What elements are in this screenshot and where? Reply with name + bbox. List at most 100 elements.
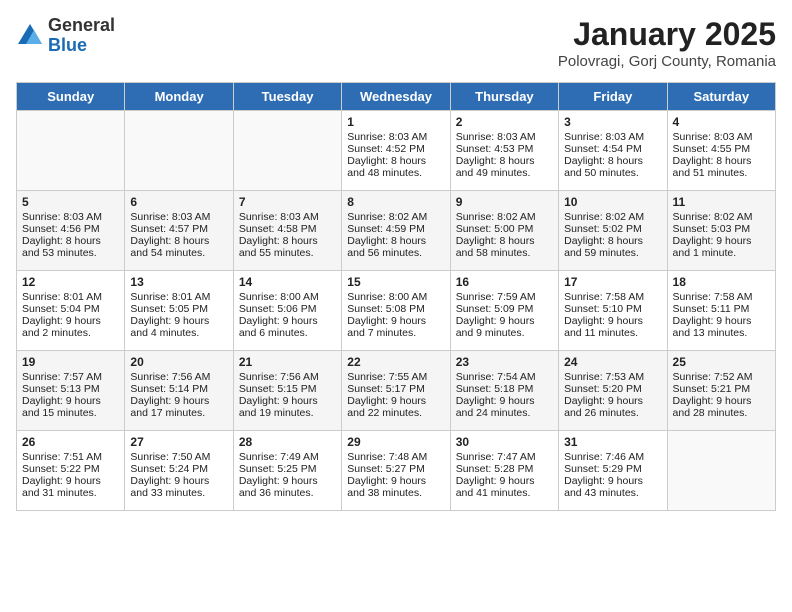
day-info-line: and 7 minutes. xyxy=(347,327,444,339)
day-header-saturday: Saturday xyxy=(667,83,775,111)
day-info-line: and 51 minutes. xyxy=(673,167,770,179)
calendar-cell: 11Sunrise: 8:02 AMSunset: 5:03 PMDayligh… xyxy=(667,191,775,271)
day-info-line: Sunset: 5:27 PM xyxy=(347,463,444,475)
day-number: 21 xyxy=(239,355,336,369)
calendar-cell: 3Sunrise: 8:03 AMSunset: 4:54 PMDaylight… xyxy=(559,111,667,191)
day-info-line: Daylight: 9 hours xyxy=(456,475,553,487)
calendar-cell: 25Sunrise: 7:52 AMSunset: 5:21 PMDayligh… xyxy=(667,351,775,431)
day-number: 28 xyxy=(239,435,336,449)
day-number: 30 xyxy=(456,435,553,449)
day-number: 25 xyxy=(673,355,770,369)
day-info-line: Sunrise: 8:02 AM xyxy=(673,211,770,223)
day-info-line: Sunrise: 7:48 AM xyxy=(347,451,444,463)
calendar-cell: 14Sunrise: 8:00 AMSunset: 5:06 PMDayligh… xyxy=(233,271,341,351)
day-info-line: Sunset: 5:11 PM xyxy=(673,303,770,315)
day-info-line: Sunset: 5:05 PM xyxy=(130,303,227,315)
logo-blue-text: Blue xyxy=(48,36,115,56)
day-info-line: Sunset: 5:24 PM xyxy=(130,463,227,475)
day-info-line: Sunset: 5:08 PM xyxy=(347,303,444,315)
day-info-line: and 11 minutes. xyxy=(564,327,661,339)
week-row-3: 12Sunrise: 8:01 AMSunset: 5:04 PMDayligh… xyxy=(17,271,776,351)
calendar-cell: 30 Sunrise: 7:47 AMSunset: 5:28 PMDayligh… xyxy=(450,431,558,511)
day-info-line: Sunset: 5:02 PM xyxy=(564,223,661,235)
day-info-line: Sunset: 4:53 PM xyxy=(456,143,553,155)
day-info-line: Sunrise: 7:58 AM xyxy=(564,291,661,303)
day-header-wednesday: Wednesday xyxy=(342,83,450,111)
day-info-line: Daylight: 9 hours xyxy=(673,315,770,327)
day-number: 3 xyxy=(564,115,661,129)
day-info-line: Daylight: 9 hours xyxy=(22,315,119,327)
calendar-cell: 8Sunrise: 8:02 AMSunset: 4:59 PMDaylight… xyxy=(342,191,450,271)
calendar-cell: 2 Sunrise: 8:03 AMSunset: 4:53 PMDaylight… xyxy=(450,111,558,191)
day-info-line: and 50 minutes. xyxy=(564,167,661,179)
day-number: 10 xyxy=(564,195,661,209)
calendar-cell: 6Sunrise: 8:03 AMSunset: 4:57 PMDaylight… xyxy=(125,191,233,271)
day-info-line: Daylight: 8 hours xyxy=(347,235,444,247)
day-info-line: and 49 minutes. xyxy=(456,167,553,179)
day-info-line: Sunrise: 7:53 AM xyxy=(564,371,661,383)
calendar-cell: 31Sunrise: 7:46 AMSunset: 5:29 PMDayligh… xyxy=(559,431,667,511)
day-info-line: Sunrise: 8:03 AM xyxy=(673,131,770,143)
day-info-line: Daylight: 9 hours xyxy=(22,475,119,487)
day-info-line: Sunrise: 7:57 AM xyxy=(22,371,119,383)
day-info-line: and 26 minutes. xyxy=(564,407,661,419)
day-info-line: Daylight: 9 hours xyxy=(673,235,770,247)
day-info-line: and 54 minutes. xyxy=(130,247,227,259)
title-block: January 2025 Polovragi, Gorj County, Rom… xyxy=(558,16,776,70)
day-info-line: Daylight: 8 hours xyxy=(456,235,553,247)
day-info-line: Sunset: 4:54 PM xyxy=(564,143,661,155)
day-info-line: Sunrise: 7:47 AM xyxy=(456,451,553,463)
day-number: 23 xyxy=(456,355,553,369)
day-info-line: and 17 minutes. xyxy=(130,407,227,419)
day-info-line: Daylight: 9 hours xyxy=(347,395,444,407)
calendar-cell: 26Sunrise: 7:51 AMSunset: 5:22 PMDayligh… xyxy=(17,431,125,511)
day-info-line: Sunset: 5:09 PM xyxy=(456,303,553,315)
day-info-line: Sunset: 4:52 PM xyxy=(347,143,444,155)
day-info-line: Sunrise: 8:03 AM xyxy=(456,131,553,143)
day-info-line: Sunset: 4:56 PM xyxy=(22,223,119,235)
day-info-line: Daylight: 9 hours xyxy=(22,395,119,407)
day-info-line: Sunrise: 7:52 AM xyxy=(673,371,770,383)
day-info-line: Sunset: 5:21 PM xyxy=(673,383,770,395)
day-info-line: Daylight: 8 hours xyxy=(456,155,553,167)
day-info-line: Sunset: 5:10 PM xyxy=(564,303,661,315)
day-info-line: Sunset: 5:13 PM xyxy=(22,383,119,395)
day-info-line: and 59 minutes. xyxy=(564,247,661,259)
day-info-line: and 38 minutes. xyxy=(347,487,444,499)
day-number: 22 xyxy=(347,355,444,369)
day-info-line: Sunset: 5:28 PM xyxy=(456,463,553,475)
day-number: 6 xyxy=(130,195,227,209)
logo: General Blue xyxy=(16,16,115,56)
day-info-line: Daylight: 8 hours xyxy=(564,235,661,247)
calendar-cell: 19Sunrise: 7:57 AMSunset: 5:13 PMDayligh… xyxy=(17,351,125,431)
day-number: 31 xyxy=(564,435,661,449)
calendar-cell: 20Sunrise: 7:56 AMSunset: 5:14 PMDayligh… xyxy=(125,351,233,431)
day-number: 2 xyxy=(456,115,553,129)
day-number: 7 xyxy=(239,195,336,209)
day-info-line: Sunrise: 8:03 AM xyxy=(564,131,661,143)
day-number: 12 xyxy=(22,275,119,289)
day-info-line: Daylight: 9 hours xyxy=(564,315,661,327)
day-info-line: Sunrise: 7:50 AM xyxy=(130,451,227,463)
day-info-line: and 31 minutes. xyxy=(22,487,119,499)
calendar-cell xyxy=(233,111,341,191)
day-info-line: Sunrise: 7:56 AM xyxy=(130,371,227,383)
day-info-line: Sunset: 5:03 PM xyxy=(673,223,770,235)
day-info-line: Sunset: 5:15 PM xyxy=(239,383,336,395)
calendar-cell: 7Sunrise: 8:03 AMSunset: 4:58 PMDaylight… xyxy=(233,191,341,271)
day-info-line: and 2 minutes. xyxy=(22,327,119,339)
day-info-line: and 15 minutes. xyxy=(22,407,119,419)
day-info-line: Sunrise: 8:02 AM xyxy=(347,211,444,223)
day-number: 29 xyxy=(347,435,444,449)
calendar-cell: 17Sunrise: 7:58 AMSunset: 5:10 PMDayligh… xyxy=(559,271,667,351)
day-info-line: Sunset: 5:06 PM xyxy=(239,303,336,315)
calendar-cell: 13Sunrise: 8:01 AMSunset: 5:05 PMDayligh… xyxy=(125,271,233,351)
day-info-line: Daylight: 9 hours xyxy=(456,395,553,407)
day-info-line: Sunset: 5:04 PM xyxy=(22,303,119,315)
day-info-line: Sunrise: 7:59 AM xyxy=(456,291,553,303)
day-info-line: Sunrise: 8:00 AM xyxy=(347,291,444,303)
calendar-cell xyxy=(667,431,775,511)
day-info-line: Sunset: 4:59 PM xyxy=(347,223,444,235)
day-info-line: and 36 minutes. xyxy=(239,487,336,499)
day-info-line: and 6 minutes. xyxy=(239,327,336,339)
